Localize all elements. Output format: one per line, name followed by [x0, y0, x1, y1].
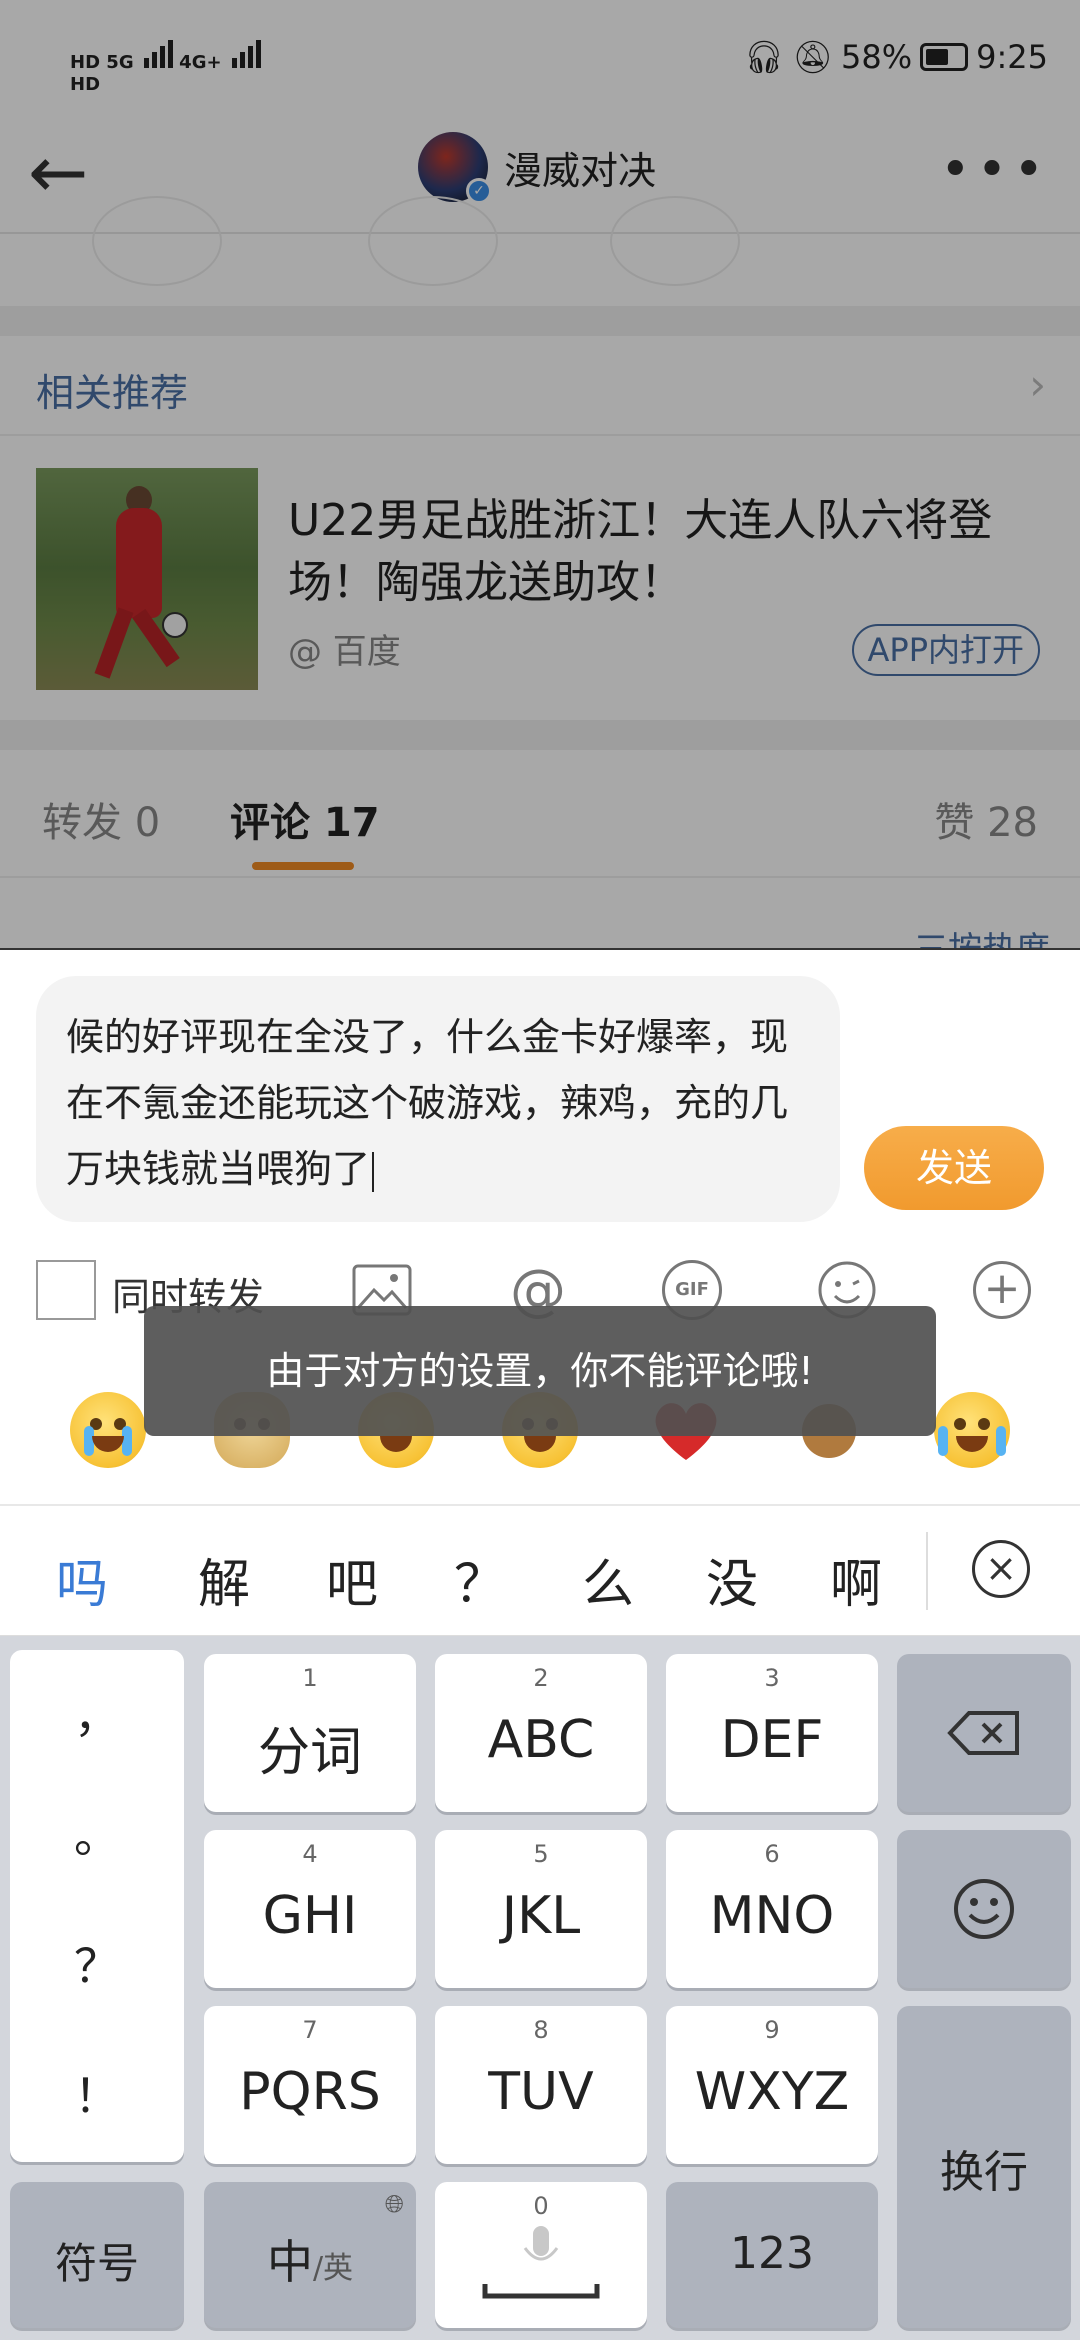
key-5[interactable]: 5 JKL [435, 1830, 647, 1988]
key-9[interactable]: 9 WXYZ [666, 2006, 878, 2164]
key-6[interactable]: 6 MNO [666, 1830, 878, 1988]
plus-icon-glyph: + [973, 1261, 1031, 1319]
emoji-eye [978, 1418, 990, 1430]
candidate-word[interactable]: 解 [198, 1542, 250, 1617]
key-7[interactable]: 7 PQRS [204, 2006, 416, 2164]
plus-icon[interactable]: + [970, 1258, 1034, 1322]
smiley-icon [954, 1879, 1014, 1939]
comment-text: 候的好评现在全没了，什么金卡好爆率，现在不氪金还能玩这个破游戏，辣鸡，充的几万块… [66, 1015, 789, 1191]
emoji-eye [954, 1418, 966, 1430]
key-label: MNO [709, 1886, 835, 1946]
key-number: 3 [764, 1664, 780, 1692]
enter-key[interactable]: 换行 [897, 2006, 1071, 2328]
key-label: 123 [730, 2228, 814, 2279]
emoji-mouth [524, 1436, 556, 1452]
emoji-mouth [380, 1436, 412, 1452]
lang-sub-label: /英 [312, 2251, 354, 2286]
key-label: PQRS [239, 2062, 381, 2122]
key-label: 符号 [54, 2239, 139, 2288]
modal-overlay[interactable] [0, 0, 1080, 948]
crying-face-icon[interactable] [70, 1392, 146, 1468]
key-3[interactable]: 3 DEF [666, 1654, 878, 1812]
key-number: 8 [533, 2016, 549, 2044]
key-number: 7 [302, 2016, 318, 2044]
candidate-word[interactable]: 么 [582, 1542, 634, 1617]
emoji-tear [122, 1426, 132, 1456]
key-number: 0 [533, 2192, 549, 2220]
punct-question-key[interactable]: ？ [10, 1930, 184, 1996]
toast-message: 由于对方的设置，你不能评论哦! [144, 1306, 936, 1436]
key-number: 6 [764, 1840, 780, 1868]
send-button[interactable]: 发送 [864, 1126, 1044, 1210]
emoji-tear [938, 1426, 948, 1456]
key-number: 9 [764, 2016, 780, 2044]
candidate-word[interactable]: 吧 [326, 1542, 378, 1617]
emoji-mouth [956, 1436, 988, 1452]
key-2[interactable]: 2 ABC [435, 1654, 647, 1812]
text-caret [372, 1151, 375, 1192]
punct-comma-key[interactable]: ， [10, 1680, 184, 1746]
key-label: WXYZ [694, 2062, 850, 2122]
punctuation-column[interactable]: ， 。 ？ ！ [10, 1650, 184, 2162]
emoji-key[interactable] [897, 1830, 1071, 1988]
punct-exclaim-key[interactable]: ！ [10, 2060, 184, 2126]
key-number: 2 [533, 1664, 549, 1692]
emoji-mouth [92, 1436, 124, 1452]
key-label: 中/英 [204, 2226, 416, 2292]
punct-period-key[interactable]: 。 [10, 1800, 184, 1866]
key-label: ABC [487, 1710, 595, 1770]
key-number: 1 [302, 1664, 318, 1692]
candidate-word[interactable]: 啊 [830, 1542, 882, 1617]
numbers-key[interactable]: 123 [666, 2182, 878, 2328]
symbols-key[interactable]: 符号 [10, 2182, 184, 2328]
emoji-tear [996, 1426, 1006, 1456]
key-number: 5 [533, 1840, 549, 1868]
candidate-word[interactable]: 没 [706, 1542, 758, 1617]
key-4[interactable]: 4 GHI [204, 1830, 416, 1988]
comment-composer: 候的好评现在全没了，什么金卡好爆率，现在不氪金还能玩这个破游戏，辣鸡，充的几万块… [0, 948, 1080, 1358]
also-repost-checkbox[interactable] [36, 1260, 96, 1320]
microphone-icon [482, 2226, 600, 2299]
background-page: HD 5G 4G+ HD 🎧︎ 🔕︎ 58% 9:25 ← ✓ 漫威对决 ••• [0, 0, 1080, 948]
comment-input[interactable]: 候的好评现在全没了，什么金卡好爆率，现在不氪金还能玩这个破游戏，辣鸡，充的几万块… [36, 976, 840, 1222]
candidate-bar: 吗 解 吧 ？ 么 没 啊 × [0, 1506, 1080, 1636]
key-label: JKL [501, 1886, 581, 1946]
key-label: GHI [262, 1886, 358, 1946]
space-key[interactable]: 0 [435, 2182, 647, 2328]
key-label: TUV [488, 2062, 594, 2122]
joy-face-icon[interactable] [934, 1392, 1010, 1468]
key-number: 4 [302, 1840, 318, 1868]
candidate-word[interactable]: 吗 [56, 1542, 108, 1617]
backspace-icon [947, 1711, 1019, 1755]
key-label: 分词 [257, 1723, 362, 1783]
globe-icon: 🌐︎ [384, 2190, 404, 2218]
key-label: DEF [720, 1710, 824, 1770]
delete-key[interactable] [897, 1654, 1071, 1812]
key-1[interactable]: 1 分词 [204, 1654, 416, 1812]
close-circle-icon[interactable]: × [972, 1540, 1030, 1598]
language-switch-key[interactable]: 🌐︎ 中/英 [204, 2182, 416, 2328]
keyboard: ， 。 ？ ！ 1 分词 2 ABC 3 DEF 4 GHI 5 JKL 6 MNO 7 PQ… [0, 1636, 1080, 2340]
candidate-separator [926, 1532, 928, 1610]
candidate-word[interactable]: ？ [454, 1542, 506, 1617]
lang-main-label: 中 [266, 2235, 313, 2289]
key-8[interactable]: 8 TUV [435, 2006, 647, 2164]
key-label: 换行 [940, 2147, 1028, 2198]
